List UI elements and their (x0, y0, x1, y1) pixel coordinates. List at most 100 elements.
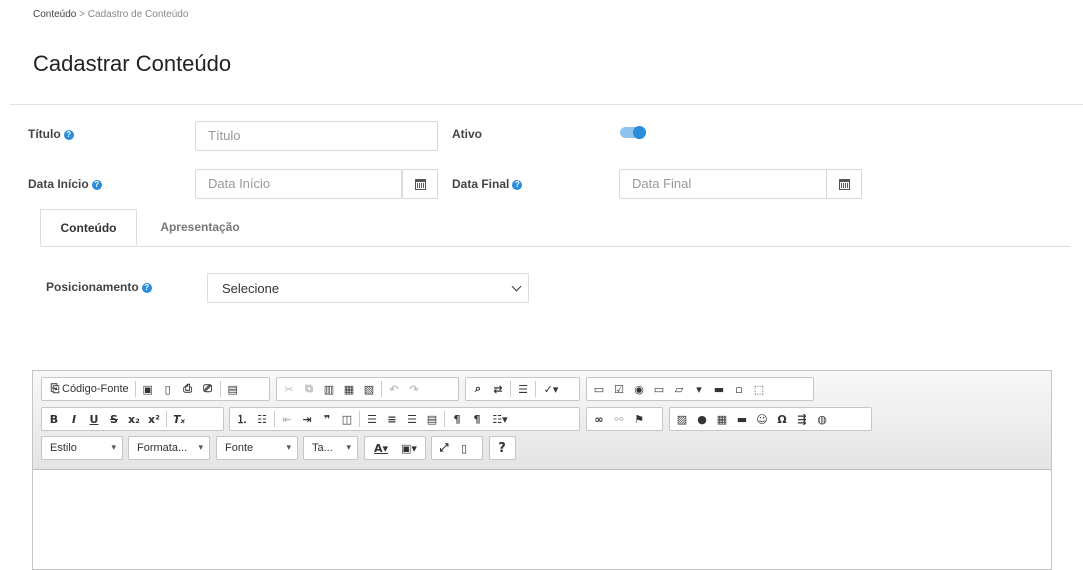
outdent-icon[interactable]: ⇤ (277, 409, 297, 429)
indent-icon[interactable]: ⇥ (297, 409, 317, 429)
find-icon[interactable]: ⌕ (468, 379, 488, 399)
size-combo[interactable]: Ta... ▾ (303, 436, 358, 460)
image-button-icon[interactable]: ▫ (729, 379, 749, 399)
checkbox-icon[interactable]: ☑ (609, 379, 629, 399)
copy-icon[interactable]: ⧉ (299, 379, 319, 399)
new-page-icon[interactable]: ▯ (158, 379, 178, 399)
ativo-label: Ativo (452, 127, 482, 141)
show-blocks-icon[interactable]: ▯ (454, 438, 474, 458)
textarea-icon[interactable]: ▱ (669, 379, 689, 399)
source-label: Código-Fonte (62, 383, 129, 395)
titulo-input[interactable]: Título (195, 121, 438, 151)
redo-icon[interactable]: ↷ (404, 379, 424, 399)
titulo-label-text: Título (28, 127, 61, 141)
align-left-icon[interactable]: ☰ (362, 409, 382, 429)
data-inicio-calendar-button[interactable] (402, 169, 438, 199)
replace-icon[interactable]: ⇄ (488, 379, 508, 399)
numbered-list-icon[interactable]: ⒈ (232, 409, 252, 429)
data-final-calendar-button[interactable] (826, 169, 862, 199)
bulleted-list-icon[interactable]: ☷ (252, 409, 272, 429)
tab-apresentacao[interactable]: Apresentação (145, 209, 255, 245)
spellcheck-icon[interactable]: ✓▾ (538, 379, 564, 399)
breadcrumb-home[interactable]: Conteúdo (33, 9, 76, 20)
save-icon[interactable]: ▣ (138, 379, 158, 399)
rtl-icon[interactable]: ¶ (467, 409, 487, 429)
button-field-icon[interactable]: ▬ (709, 379, 729, 399)
help-icon[interactable]: ? (141, 282, 152, 293)
data-final-label-text: Data Final (452, 177, 510, 191)
help-icon[interactable]: ? (63, 129, 74, 140)
italic-icon[interactable]: I (64, 409, 84, 429)
posicionamento-value: Selecione (222, 281, 280, 296)
titulo-label: Título? (28, 127, 74, 141)
paste-word-icon[interactable]: ▧ (359, 379, 379, 399)
breadcrumb: Conteúdo > Cadastro de Conteúdo (33, 9, 188, 20)
smiley-icon[interactable]: ☺ (752, 409, 772, 429)
data-inicio-label-text: Data Início (28, 177, 89, 191)
language-icon[interactable]: ☷▾ (487, 409, 513, 429)
chevron-down-icon (511, 281, 522, 292)
separator (444, 411, 445, 427)
form-icon[interactable]: ▭ (589, 379, 609, 399)
templates-icon[interactable]: ▤ (223, 379, 243, 399)
separator (134, 381, 136, 397)
calendar-icon (414, 178, 426, 190)
breadcrumb-current: Cadastro de Conteúdo (87, 9, 189, 20)
select-field-icon[interactable]: ▾ (689, 379, 709, 399)
separator (359, 411, 360, 427)
cut-icon[interactable]: ✂ (279, 379, 299, 399)
ativo-toggle[interactable] (620, 126, 646, 139)
iframe-icon[interactable]: ◍ (812, 409, 832, 429)
text-color-icon[interactable]: A▾ (367, 438, 395, 458)
horizontal-rule-icon[interactable]: ▬ (732, 409, 752, 429)
div-icon[interactable]: ◫ (337, 409, 357, 429)
data-inicio-input[interactable]: Data Início (195, 169, 402, 199)
help-icon[interactable]: ? (512, 179, 523, 190)
bg-color-icon[interactable]: ▣▾ (395, 438, 423, 458)
help-button[interactable]: ? (492, 438, 512, 458)
source-button[interactable]: ⎘ Código-Fonte (44, 379, 133, 399)
underline-icon[interactable]: U (84, 409, 104, 429)
special-char-icon[interactable]: Ω (772, 409, 792, 429)
textfield-icon[interactable]: ▭ (649, 379, 669, 399)
blockquote-icon[interactable]: ❞ (317, 409, 337, 429)
page-break-icon[interactable]: ⇶ (792, 409, 812, 429)
tab-conteudo[interactable]: Conteúdo (40, 209, 137, 246)
style-combo-label: Estilo (50, 442, 77, 454)
help-icon[interactable]: ? (91, 179, 102, 190)
undo-icon[interactable]: ↶ (384, 379, 404, 399)
unlink-icon[interactable]: ⚯ (609, 409, 629, 429)
toolbar-group-tools: ⤢ ▯ (431, 436, 483, 460)
flash-icon[interactable]: ● (692, 409, 712, 429)
anchor-icon[interactable]: ⚑ (629, 409, 649, 429)
remove-format-icon[interactable]: Tₓ (169, 409, 189, 429)
hidden-field-icon[interactable]: ⬚ (749, 379, 769, 399)
paste-icon[interactable]: ▥ (319, 379, 339, 399)
link-icon[interactable]: ∞ (589, 409, 609, 429)
format-combo[interactable]: Formata... ▾ (128, 436, 210, 460)
maximize-icon[interactable]: ⤢ (434, 438, 454, 458)
posicionamento-select[interactable]: Selecione (207, 273, 529, 303)
chevron-down-icon: ▾ (111, 442, 116, 452)
font-combo[interactable]: Fonte ▾ (216, 436, 298, 460)
paste-text-icon[interactable]: ▦ (339, 379, 359, 399)
data-inicio-label: Data Início? (28, 177, 102, 191)
style-combo[interactable]: Estilo ▾ (41, 436, 123, 460)
print-icon[interactable]: ⎚ (198, 379, 218, 399)
align-justify-icon[interactable]: ▤ (422, 409, 442, 429)
strike-icon[interactable]: S (104, 409, 124, 429)
align-right-icon[interactable]: ☰ (402, 409, 422, 429)
subscript-icon[interactable]: x₂ (124, 409, 144, 429)
preview-icon[interactable]: ⎙ (178, 379, 198, 399)
toolbar-group-document: ⎘ Código-Fonte ▣ ▯ ⎙ ⎚ ▤ (41, 377, 270, 401)
table-icon[interactable]: ▦ (712, 409, 732, 429)
data-final-input[interactable]: Data Final (619, 169, 827, 199)
ltr-icon[interactable]: ¶ (447, 409, 467, 429)
select-all-icon[interactable]: ☰ (513, 379, 533, 399)
radio-icon[interactable]: ◉ (629, 379, 649, 399)
align-center-icon[interactable]: ≡ (382, 409, 402, 429)
bold-icon[interactable]: B (44, 409, 64, 429)
superscript-icon[interactable]: x² (144, 409, 164, 429)
calendar-icon (838, 178, 850, 190)
image-icon[interactable]: ▨ (672, 409, 692, 429)
